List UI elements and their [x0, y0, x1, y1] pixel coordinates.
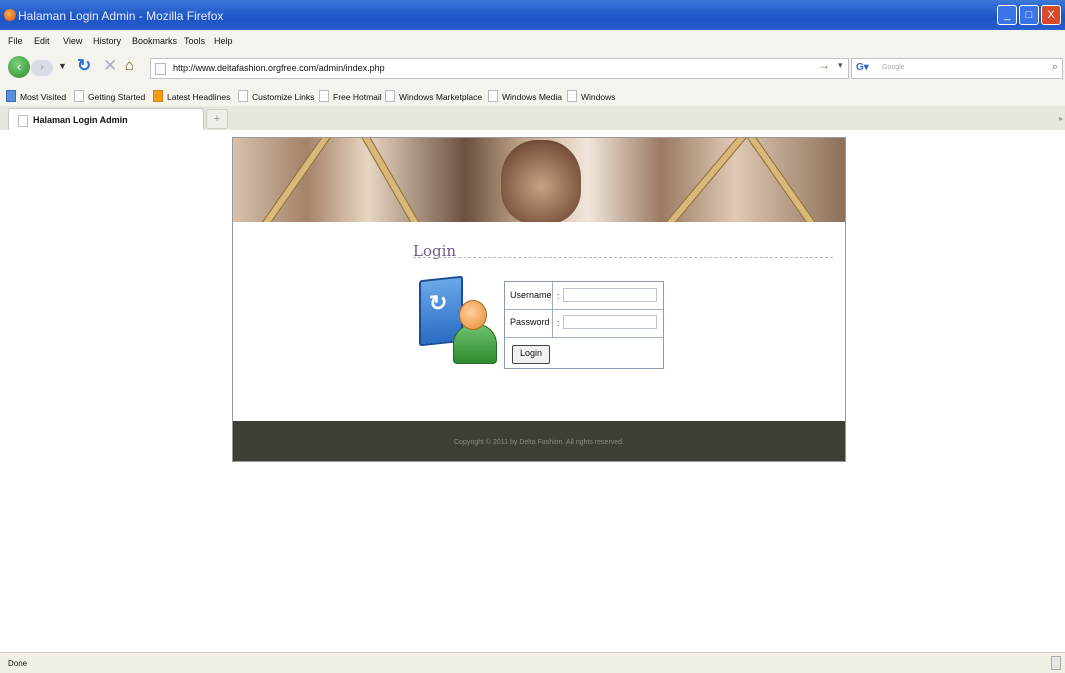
bookmark-customize-links[interactable]: Customize Links	[238, 90, 314, 102]
page-icon	[319, 90, 329, 102]
page-icon	[567, 90, 577, 102]
back-button[interactable]: ‹	[8, 56, 30, 78]
heading-divider	[413, 257, 833, 258]
menu-view[interactable]: View	[63, 36, 82, 46]
username-row: Username :	[505, 282, 663, 310]
go-arrow-icon[interactable]: →	[818, 58, 830, 72]
menu-history[interactable]: History	[93, 36, 121, 46]
plus-icon: +	[213, 113, 221, 125]
forward-arrow-icon: ›	[40, 62, 44, 73]
bookmarks-toolbar: Most Visited Getting Started Latest Head…	[0, 84, 1065, 107]
menu-bookmarks[interactable]: Bookmarks	[132, 36, 177, 46]
user-icon	[453, 324, 497, 364]
username-field[interactable]	[563, 288, 657, 302]
url-bar[interactable]: http://www.deltafashion.orgfree.com/admi…	[150, 58, 849, 79]
status-text: Done	[8, 659, 28, 668]
login-button[interactable]: Login	[512, 345, 550, 364]
menu-bar: File Edit View History Bookmarks Tools H…	[0, 30, 1065, 52]
page-footer: Copyright © 2011 by Delta Fashion. All r…	[233, 421, 845, 461]
window-title: Halaman Login Admin - Mozilla Firefox	[18, 9, 224, 23]
password-row: Password :	[505, 310, 663, 338]
username-colon: :	[557, 291, 560, 301]
hanger-decoration	[353, 138, 421, 222]
page-icon	[238, 90, 248, 102]
tab-list-icon[interactable]: ▸	[1059, 114, 1063, 123]
model-photo	[501, 140, 581, 222]
window-title-bar: Halaman Login Admin - Mozilla Firefox _ …	[0, 0, 1065, 30]
menu-edit[interactable]: Edit	[34, 36, 50, 46]
home-icon[interactable]: ⌂	[125, 57, 134, 74]
tab-label: Halaman Login Admin	[33, 115, 128, 125]
password-field[interactable]	[563, 315, 657, 329]
window-controls: _ □ X	[997, 5, 1061, 25]
menu-help[interactable]: Help	[214, 36, 233, 46]
rss-icon	[153, 90, 163, 102]
bookmark-getting-started[interactable]: Getting Started	[74, 90, 145, 102]
login-container: Login ↻ Username : Password : Login Copy…	[232, 137, 846, 462]
menu-tools[interactable]: Tools	[184, 36, 205, 46]
resize-grip-icon[interactable]	[1051, 656, 1061, 670]
url-dropdown-icon[interactable]: ▾	[838, 60, 843, 71]
stop-icon[interactable]: ✕	[103, 56, 117, 76]
bookmark-free-hotmail[interactable]: Free Hotmail	[319, 90, 382, 102]
login-form: Username : Password : Login	[504, 281, 664, 369]
close-button[interactable]: X	[1041, 5, 1061, 25]
page-icon	[18, 115, 28, 127]
bookmark-windows-media[interactable]: Windows Media	[488, 90, 562, 102]
reload-icon[interactable]: ↻	[77, 56, 91, 76]
google-engine-icon[interactable]: G▾	[856, 62, 869, 73]
hanger-decoration	[258, 138, 336, 222]
menu-file[interactable]: File	[8, 36, 23, 46]
maximize-button[interactable]: □	[1019, 5, 1039, 25]
search-icon[interactable]: ⌕	[1052, 61, 1058, 74]
forward-button[interactable]: ›	[31, 60, 53, 76]
minimize-button[interactable]: _	[997, 5, 1017, 25]
admin-login-illustration: ↻	[417, 275, 497, 368]
new-tab-button[interactable]: +	[206, 109, 228, 129]
bookmark-windows-marketplace[interactable]: Windows Marketplace	[385, 90, 482, 102]
bookmark-windows[interactable]: Windows	[567, 90, 615, 102]
page-favicon-icon	[155, 63, 166, 75]
bookmark-most-visited[interactable]: Most Visited	[6, 90, 66, 102]
status-bar: Done	[0, 652, 1065, 673]
tab-halaman-login-admin[interactable]: Halaman Login Admin	[8, 108, 204, 130]
navigation-toolbar: ‹ › ▼ ↻ ✕ ⌂ http://www.deltafashion.orgf…	[0, 51, 1065, 84]
page-content: Login ↻ Username : Password : Login Copy…	[0, 130, 1065, 652]
copyright-text: Copyright © 2011 by Delta Fashion. All r…	[454, 439, 624, 446]
user-head-icon	[459, 300, 487, 330]
history-dropdown-icon[interactable]: ▼	[58, 61, 67, 71]
back-arrow-icon: ‹	[16, 59, 22, 74]
hanger-decoration	[664, 138, 750, 222]
page-icon	[385, 90, 395, 102]
hanger-decoration	[738, 138, 816, 222]
password-colon: :	[557, 318, 560, 328]
firefox-icon	[4, 9, 16, 21]
search-box[interactable]: G▾ Google ⌕	[851, 58, 1063, 79]
tab-bar: Halaman Login Admin + ▸	[0, 106, 1065, 131]
username-label: Username	[510, 290, 552, 300]
bookmark-latest-headlines[interactable]: Latest Headlines	[153, 90, 230, 102]
page-icon	[488, 90, 498, 102]
search-placeholder: Google	[882, 64, 905, 71]
most-visited-icon	[6, 90, 16, 102]
page-icon	[74, 90, 84, 102]
fashion-banner-image	[233, 138, 845, 222]
password-label: Password	[510, 317, 550, 327]
url-text[interactable]: http://www.deltafashion.orgfree.com/admi…	[173, 63, 385, 73]
